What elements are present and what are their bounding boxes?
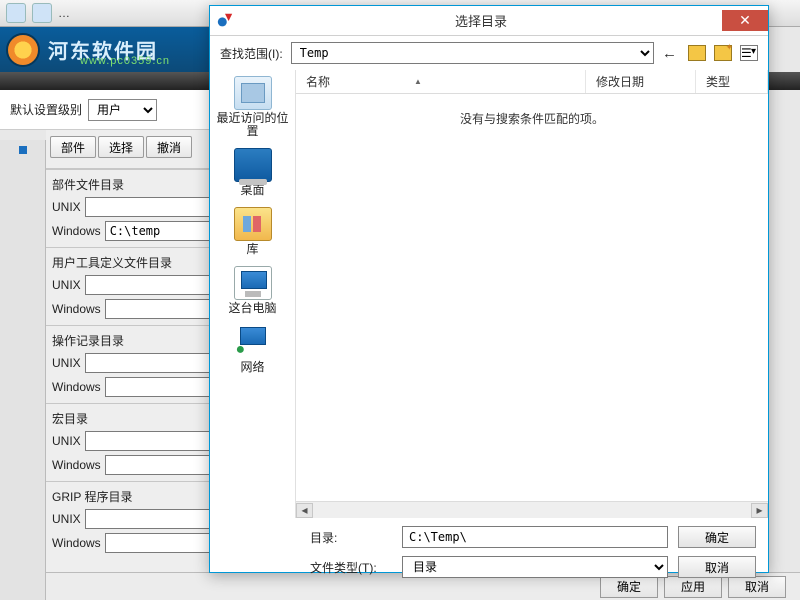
level-label: 默认设置级别 xyxy=(10,101,82,118)
site-logo-icon xyxy=(6,33,40,67)
column-headers: 名称 修改日期 类型 xyxy=(296,70,768,94)
section-part-file-dir: 部件文件目录 UNIX Windows xyxy=(46,169,210,247)
new-folder-icon[interactable] xyxy=(714,45,732,61)
site-watermark: 河东软件园 www.pc0359.cn xyxy=(0,27,210,72)
unix-label: UNIX xyxy=(52,278,81,292)
place-label: 库 xyxy=(214,243,292,256)
vertical-nav xyxy=(0,140,46,600)
file-type-select[interactable]: 目录 xyxy=(402,556,668,578)
tab-select[interactable]: 选择 xyxy=(98,136,144,158)
section-grip-dir: GRIP 程序目录 UNIX Windows xyxy=(46,481,210,559)
place-label: 网络 xyxy=(214,361,292,374)
column-name[interactable]: 名称 xyxy=(296,70,586,93)
file-type-label: 文件类型(T): xyxy=(310,559,392,576)
scroll-right-icon[interactable]: ▸ xyxy=(751,503,768,518)
look-in-row: 查找范围(I): Temp ← ☰ xyxy=(210,36,768,70)
column-type[interactable]: 类型 xyxy=(696,70,768,93)
file-list-pane[interactable]: 名称 修改日期 类型 没有与搜索条件匹配的项。 ◂ ▸ xyxy=(295,70,768,518)
up-one-level-icon[interactable] xyxy=(688,45,706,61)
place-libraries[interactable]: 库 xyxy=(214,205,292,258)
nav-dot-icon[interactable] xyxy=(19,146,27,154)
place-desktop[interactable]: 桌面 xyxy=(214,146,292,199)
scroll-track[interactable] xyxy=(313,503,751,518)
places-bar: 最近访问的位置 桌面 库 这台电脑 网络 xyxy=(210,70,295,518)
empty-message: 没有与搜索条件匹配的项。 xyxy=(296,110,768,127)
unix-label: UNIX xyxy=(52,200,81,214)
tab-parts[interactable]: 部件 xyxy=(50,136,96,158)
unix-label: UNIX xyxy=(52,356,81,370)
windows-label: Windows xyxy=(52,536,101,550)
section-title: GRIP 程序目录 xyxy=(52,488,204,505)
place-label: 桌面 xyxy=(214,184,292,197)
toolbar-icon xyxy=(6,3,26,23)
place-recent[interactable]: 最近访问的位置 xyxy=(214,74,292,140)
ok-button[interactable]: 确定 xyxy=(678,526,756,548)
toolbar-icon xyxy=(32,3,52,23)
scroll-left-icon[interactable]: ◂ xyxy=(296,503,313,518)
section-title: 部件文件目录 xyxy=(52,176,204,193)
dialog-title: 选择目录 xyxy=(240,11,722,30)
tab-undo[interactable]: 撤消 xyxy=(146,136,192,158)
place-this-pc[interactable]: 这台电脑 xyxy=(214,264,292,317)
unix-label: UNIX xyxy=(52,512,81,526)
dialog-titlebar[interactable]: 选择目录 ✕ xyxy=(210,6,768,36)
section-op-record-dir: 操作记录目录 UNIX Windows xyxy=(46,325,210,403)
unix-label: UNIX xyxy=(52,434,81,448)
section-title: 操作记录目录 xyxy=(52,332,204,349)
app-icon xyxy=(216,12,234,30)
windows-label: Windows xyxy=(52,458,101,472)
dialog-footer: 目录: 确定 文件类型(T): 目录 取消 xyxy=(210,518,768,590)
recent-icon xyxy=(234,76,272,110)
this-pc-icon xyxy=(234,266,272,300)
level-selector-row: 默认设置级别 用户 xyxy=(0,90,210,130)
column-modified[interactable]: 修改日期 xyxy=(586,70,696,93)
place-label: 最近访问的位置 xyxy=(214,112,292,138)
settings-panel: 部件 选择 撤消 部件文件目录 UNIX Windows 用户工具定义文件目录 … xyxy=(46,130,210,600)
windows-label: Windows xyxy=(52,302,101,316)
directory-label: 目录: xyxy=(310,529,392,546)
horizontal-scrollbar[interactable]: ◂ ▸ xyxy=(296,501,768,518)
section-title: 宏目录 xyxy=(52,410,204,427)
network-icon xyxy=(234,325,272,359)
level-select[interactable]: 用户 xyxy=(88,99,157,121)
windows-label: Windows xyxy=(52,224,101,238)
section-user-tool-dir: 用户工具定义文件目录 UNIX Windows xyxy=(46,247,210,325)
look-in-label: 查找范围(I): xyxy=(220,45,283,62)
back-icon[interactable]: ← xyxy=(662,45,680,61)
directory-input[interactable] xyxy=(402,526,668,548)
section-title: 用户工具定义文件目录 xyxy=(52,254,204,271)
place-network[interactable]: 网络 xyxy=(214,323,292,376)
close-button[interactable]: ✕ xyxy=(722,10,768,31)
desktop-icon xyxy=(234,148,272,182)
section-macro-dir: 宏目录 UNIX Windows xyxy=(46,403,210,481)
cancel-button[interactable]: 取消 xyxy=(678,556,756,578)
select-directory-dialog: 选择目录 ✕ 查找范围(I): Temp ← ☰ 最近访问的位置 桌面 库 这台… xyxy=(209,5,769,573)
libraries-icon xyxy=(234,207,272,241)
toolbar-text: … xyxy=(58,6,70,20)
windows-label: Windows xyxy=(52,380,101,394)
site-url: www.pc0359.cn xyxy=(80,55,170,67)
place-label: 这台电脑 xyxy=(214,302,292,315)
look-in-select[interactable]: Temp xyxy=(291,42,654,64)
view-menu-icon[interactable]: ☰ xyxy=(740,45,758,61)
